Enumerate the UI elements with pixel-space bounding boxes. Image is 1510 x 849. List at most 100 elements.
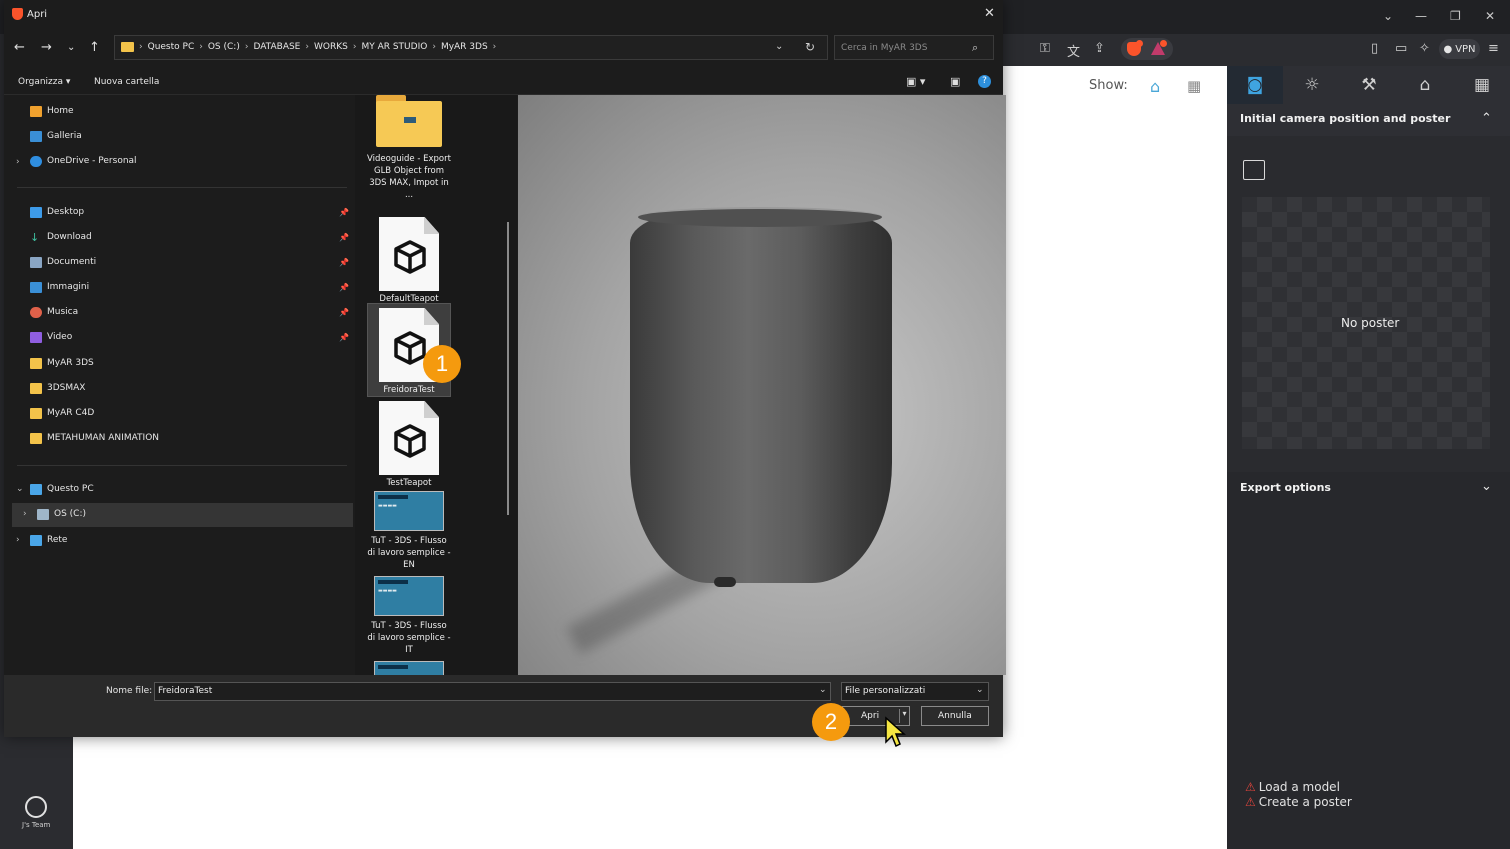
wallet-icon[interactable]: ▭ [1395,41,1407,56]
breadcrumb-separator-icon[interactable]: › [245,42,249,52]
tab-list-chevron-icon[interactable]: ⌄ [1383,9,1393,23]
pin-icon[interactable]: 📌 [339,333,349,342]
search-input[interactable]: Cerca in MyAR 3DS ⌕ [834,35,994,60]
dialog-titlebar[interactable]: Apri ✕ [4,0,1003,30]
pin-icon[interactable]: 📌 [339,283,349,292]
pin-icon[interactable]: 📌 [339,308,349,317]
up-arrow-icon[interactable]: ↑ [89,40,100,55]
brave-shields-button[interactable] [1121,38,1173,60]
tab-camera[interactable]: ◙ [1227,66,1283,104]
tab-materials[interactable]: ⚒ [1341,66,1397,104]
nav-item-video[interactable]: Video [30,327,72,347]
breadcrumb-myar-3ds[interactable]: MyAR 3DS [441,42,488,52]
breadcrumb-my-ar-studio[interactable]: MY AR STUDIO [361,42,427,52]
user-avatar-icon[interactable] [25,796,47,818]
nav-label: MyAR 3DS [47,358,94,368]
nav-item-onedrive[interactable]: OneDrive - Personal [30,151,137,171]
file-item-testteapot[interactable]: TestTeapot [367,397,451,489]
address-bar[interactable]: › Questo PC › OS (C:) › DATABASE › WORKS › M… [114,35,828,60]
nav-item-myar-3ds[interactable]: MyAR 3DS [30,353,94,373]
breadcrumb-separator-icon[interactable]: › [353,42,357,52]
poster-image-icon[interactable] [1243,160,1265,180]
address-history-chevron-icon[interactable]: ⌄ [775,41,783,52]
tab-lighting[interactable]: ☼ [1284,66,1340,104]
pin-icon[interactable]: 📌 [339,208,349,217]
refresh-icon[interactable]: ↻ [805,40,815,54]
file-type-select[interactable]: File personalizzati ⌄ [841,682,989,701]
file-list-scrollbar[interactable] [507,222,509,515]
leo-ai-icon[interactable]: ✧ [1419,41,1430,56]
organize-menu-button[interactable]: Organizza ▾ [18,77,70,87]
dropdown-caret-icon: ▾ [65,77,71,87]
nav-label: Galleria [47,131,82,141]
breadcrumb-separator-icon[interactable]: › [493,42,497,52]
vpn-button[interactable]: ● VPN [1439,39,1480,59]
file-item-partial[interactable] [367,661,451,675]
new-folder-button[interactable]: Nuova cartella [94,77,159,87]
nav-item-3dsmax[interactable]: 3DSMAX [30,378,85,398]
cloud-icon [30,155,42,167]
breadcrumb-separator-icon[interactable]: › [432,42,436,52]
expand-chevron-icon[interactable]: › [16,535,20,545]
forward-arrow-icon[interactable]: → [41,40,52,55]
pin-icon[interactable]: 📌 [339,258,349,267]
cancel-button[interactable]: Annulla [921,706,989,726]
vpn-label: VPN [1455,43,1476,55]
tab-dimensions[interactable]: ▦ [1454,66,1510,104]
translate-icon[interactable]: 文 [1067,41,1080,60]
breadcrumb-os-c[interactable]: OS (C:) [208,42,240,52]
nav-label: Musica [47,307,79,317]
breadcrumb-separator-icon[interactable]: › [199,42,203,52]
share-icon[interactable]: ⇪ [1094,41,1105,56]
restore-icon[interactable]: ❐ [1450,9,1461,23]
gallery-icon [30,130,42,142]
change-view-icon[interactable]: ▣ ▾ [906,75,925,88]
browser-menu-icon[interactable]: ≡ [1488,41,1499,56]
step-badge-1: 1 [423,345,461,383]
dialog-close-icon[interactable]: ✕ [984,6,995,21]
breadcrumb-works[interactable]: WORKS [314,42,348,52]
collapse-chevron-icon[interactable]: ⌄ [16,484,24,494]
file-name-input[interactable]: FreidoraTest ⌄ [154,682,831,701]
pin-icon[interactable]: 📌 [339,233,349,242]
nav-item-home[interactable]: Home [30,101,74,121]
user-team-label: J's Team [22,821,51,829]
hotspot-tag-icon[interactable]: ⌂ [1150,77,1160,96]
tab-hotspots[interactable]: ⌂ [1397,66,1453,104]
nav-item-desktop[interactable]: Desktop [30,202,84,222]
file-item-videoguide-folder[interactable]: Videoguide - Export GLB Object from 3DS … [367,95,451,201]
breadcrumb-database[interactable]: DATABASE [253,42,300,52]
expand-chevron-icon[interactable]: › [23,509,27,519]
nav-item-immagini[interactable]: Immagini [30,277,89,297]
nav-item-galleria[interactable]: Galleria [30,126,82,146]
nav-label: Immagini [47,282,90,292]
expand-chevron-icon[interactable]: › [16,157,20,167]
vpn-status-icon: ● [1443,43,1453,55]
file-item-tut-en[interactable]: ▬▬▬▬ TuT - 3DS - Flusso di lavoro sempli… [367,491,451,571]
back-arrow-icon[interactable]: ← [14,40,25,55]
nav-item-download[interactable]: ↓ Download [30,227,92,247]
nav-item-documenti[interactable]: Documenti [30,252,96,272]
nav-item-questo-pc[interactable]: Questo PC [30,479,94,499]
help-icon[interactable]: ? [978,75,991,88]
recent-locations-chevron-icon[interactable]: ⌄ [67,42,75,53]
nav-item-rete[interactable]: Rete [30,530,67,550]
file-item-defaultteapot[interactable]: DefaultTeapot [367,213,451,305]
chevron-down-icon[interactable]: ⌄ [819,685,827,695]
export-section-title[interactable]: Export options [1240,481,1331,494]
sidebar-toggle-icon[interactable]: ▯ [1371,41,1378,56]
breadcrumb-separator-icon[interactable]: › [305,42,309,52]
dimensions-icon[interactable]: ▦ [1187,77,1201,95]
preview-pane-icon[interactable]: ▣ [950,75,960,88]
file-item-tut-it[interactable]: ▬▬▬▬ TuT - 3DS - Flusso di lavoro sempli… [367,576,451,656]
breadcrumb-questo-pc[interactable]: Questo PC [148,42,195,52]
minimize-icon[interactable]: — [1415,9,1427,23]
nav-item-os-c[interactable]: OS (C:) [37,504,86,524]
expand-chevron-down-icon[interactable]: ⌄ [1481,479,1492,494]
nav-item-myar-c4d[interactable]: MyAR C4D [30,403,94,423]
close-window-icon[interactable]: ✕ [1485,9,1495,23]
password-key-icon[interactable]: ⚿ [1040,41,1050,56]
nav-item-musica[interactable]: Musica [30,302,78,322]
nav-item-metahuman-animation[interactable]: METAHUMAN ANIMATION [30,428,159,448]
collapse-chevron-up-icon[interactable]: ⌃ [1481,111,1492,126]
